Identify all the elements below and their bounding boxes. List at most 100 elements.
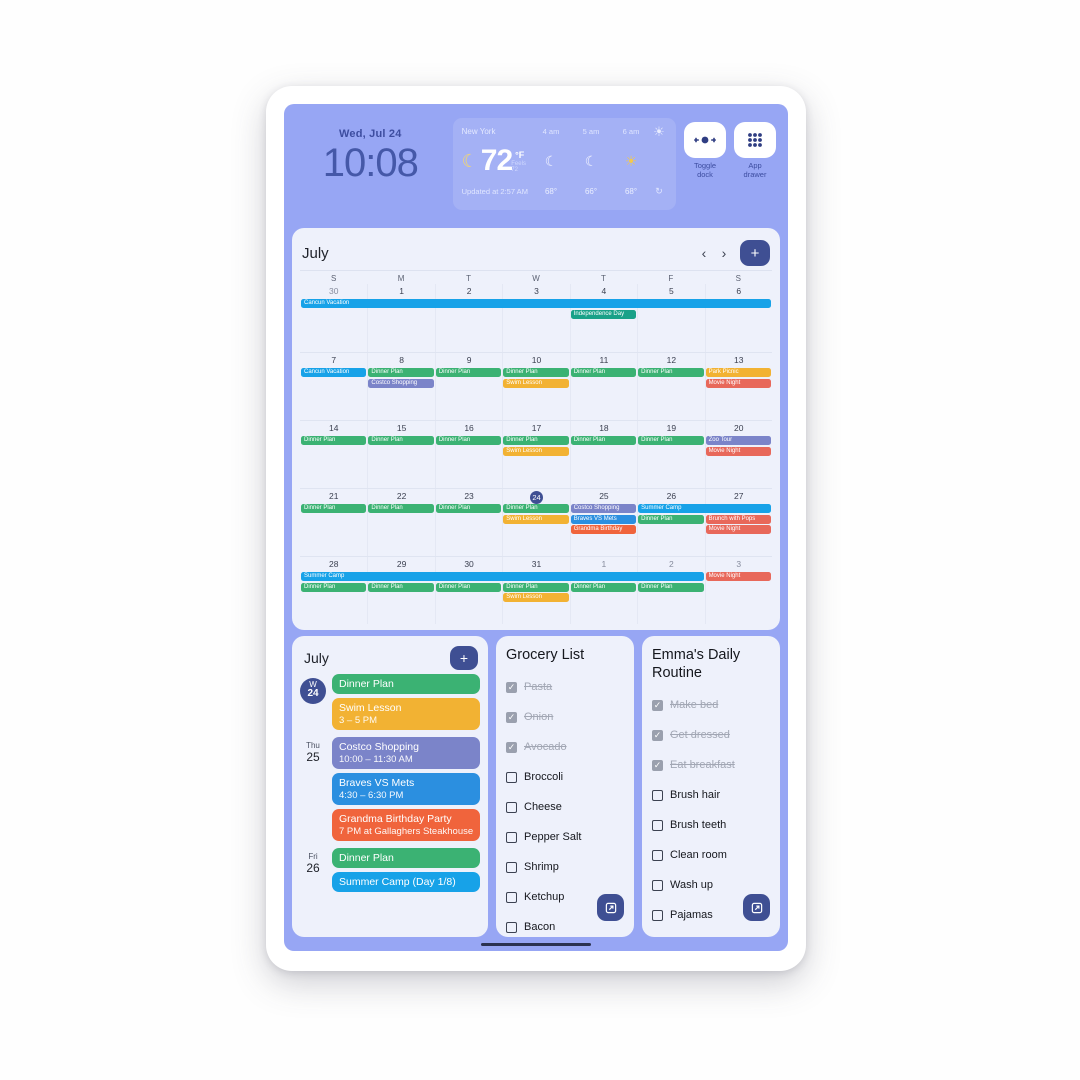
agenda-day-group: W 24 Dinner Plan Swim Lesson 3 – 5 PM xyxy=(300,674,480,734)
checkbox-empty-icon[interactable] xyxy=(652,849,663,861)
routine-item[interactable]: Brush teeth xyxy=(652,810,770,840)
checkbox-checked-icon[interactable]: ✓ xyxy=(652,759,663,771)
calendar-event[interactable]: Dinner Plan xyxy=(368,368,434,377)
routine-item[interactable]: ✓ Eat breakfast xyxy=(652,750,770,780)
grocery-item[interactable]: Shrimp xyxy=(506,852,624,882)
clock-widget[interactable]: Wed, Jul 24 10:08 xyxy=(296,118,445,184)
calendar-event[interactable]: Dinner Plan xyxy=(503,436,569,445)
refresh-icon[interactable]: ↻ xyxy=(651,186,667,197)
agenda-event[interactable]: Costco Shopping 10:00 – 11:30 AM xyxy=(332,737,480,769)
calendar-event[interactable]: Dinner Plan xyxy=(368,504,434,513)
calendar-event[interactable]: Dinner Plan xyxy=(435,436,502,445)
calendar-event[interactable]: Movie Night xyxy=(705,378,771,388)
agenda-event[interactable]: Braves VS Mets 4:30 – 6:30 PM xyxy=(332,773,480,805)
calendar-event[interactable]: Swim Lesson xyxy=(503,446,569,456)
checkbox-checked-icon[interactable]: ✓ xyxy=(506,711,517,723)
calendar-event[interactable]: Dinner Plan xyxy=(503,368,569,377)
toggle-dock-button[interactable]: Toggle dock xyxy=(684,122,726,180)
agenda-add-event-button[interactable]: + xyxy=(450,646,478,670)
calendar-event[interactable]: Park Picnic xyxy=(705,368,771,377)
checkbox-empty-icon[interactable] xyxy=(652,879,663,891)
weather-hours-header: New York 4 am 5 am 6 am ☀ xyxy=(462,125,667,138)
checkbox-empty-icon[interactable] xyxy=(506,771,517,783)
calendar-event[interactable]: Independence Day xyxy=(570,309,637,319)
calendar-day-number: 6 xyxy=(736,286,742,296)
agenda-event[interactable]: Summer Camp (Day 1/8) xyxy=(332,872,480,892)
calendar-event[interactable]: Dinner Plan xyxy=(638,582,704,592)
calendar-event[interactable]: Swim Lesson xyxy=(503,593,569,602)
grocery-item[interactable]: ✓ Avocado xyxy=(506,732,624,762)
checkbox-empty-icon[interactable] xyxy=(506,891,517,903)
calendar-event[interactable]: Dinner Plan xyxy=(638,436,704,445)
calendar-event[interactable]: Cancun Vacation xyxy=(301,368,367,377)
calendar-day-number: 5 xyxy=(668,286,674,296)
routine-item[interactable]: ✓ Make bed xyxy=(652,690,770,720)
weather-hour-label-2: 6 am xyxy=(622,127,640,136)
calendar-event[interactable]: Dinner Plan xyxy=(301,582,367,592)
calendar-event[interactable]: Summer Camp xyxy=(301,572,704,581)
calendar-event[interactable]: Dinner Plan xyxy=(301,504,367,513)
agenda-event[interactable]: Grandma Birthday Party 7 PM at Gallaghers… xyxy=(332,809,480,841)
calendar-event[interactable]: Summer Camp xyxy=(638,504,771,513)
weather-conditions-row: ☾ 72 °F Feels 72 ☾ ☾ ☀ xyxy=(462,144,667,178)
calendar-event[interactable]: Dinner Plan xyxy=(503,504,569,513)
app-drawer-button[interactable]: App drawer xyxy=(734,122,776,180)
checkbox-checked-icon[interactable]: ✓ xyxy=(506,681,517,693)
checkbox-empty-icon[interactable] xyxy=(506,801,517,813)
calendar-event[interactable]: Movie Night xyxy=(705,446,771,456)
calendar-event[interactable]: Dinner Plan xyxy=(570,436,637,445)
grocery-item-label: Ketchup xyxy=(524,891,565,904)
checkbox-empty-icon[interactable] xyxy=(506,861,517,873)
checkbox-empty-icon[interactable] xyxy=(652,819,663,831)
calendar-event[interactable]: Braves VS Mets xyxy=(570,514,637,524)
calendar-event[interactable]: Swim Lesson xyxy=(503,514,569,524)
agenda-event-title: Grandma Birthday Party xyxy=(339,813,452,825)
checkbox-empty-icon[interactable] xyxy=(506,831,517,843)
calendar-event[interactable]: Dinner Plan xyxy=(638,514,704,524)
checkbox-empty-icon[interactable] xyxy=(652,789,663,801)
routine-item[interactable]: Brush hair xyxy=(652,780,770,810)
calendar-event[interactable]: Costco Shopping xyxy=(368,378,434,388)
calendar-event[interactable]: Cancun Vacation xyxy=(301,299,771,308)
calendar-event[interactable]: Dinner Plan xyxy=(638,368,704,377)
calendar-event[interactable]: Swim Lesson xyxy=(503,378,569,388)
calendar-event[interactable]: Dinner Plan xyxy=(368,582,434,592)
calendar-event[interactable]: Dinner Plan xyxy=(368,436,434,445)
checkbox-checked-icon[interactable]: ✓ xyxy=(652,699,663,711)
checkbox-checked-icon[interactable]: ✓ xyxy=(506,741,517,753)
grocery-item[interactable]: Cheese xyxy=(506,792,624,822)
calendar-next-button[interactable]: › xyxy=(714,245,734,261)
weather-widget[interactable]: New York 4 am 5 am 6 am ☀ ☾ 72 °F Feels … xyxy=(452,118,676,210)
agenda-event[interactable]: Swim Lesson 3 – 5 PM xyxy=(332,698,480,730)
calendar-event[interactable]: Grandma Birthday xyxy=(570,525,637,534)
agenda-event[interactable]: Dinner Plan xyxy=(332,848,480,868)
calendar-event[interactable]: Zoo Tour xyxy=(705,436,771,445)
home-indicator[interactable] xyxy=(284,937,788,951)
calendar-event[interactable]: Dinner Plan xyxy=(301,436,367,445)
calendar-event[interactable]: Movie Night xyxy=(705,572,771,581)
calendar-add-event-button[interactable]: + xyxy=(740,240,770,266)
calendar-event[interactable]: Brunch with Pops xyxy=(705,514,771,524)
calendar-event[interactable]: Movie Night xyxy=(705,525,771,534)
calendar-event[interactable]: Dinner Plan xyxy=(570,368,637,377)
calendar-event[interactable]: Dinner Plan xyxy=(435,368,502,377)
routine-open-external-icon[interactable] xyxy=(743,894,770,921)
calendar-event[interactable]: Dinner Plan xyxy=(435,504,502,513)
calendar-day-number: 29 xyxy=(396,559,407,569)
routine-item[interactable]: Clean room xyxy=(652,840,770,870)
checkbox-empty-icon[interactable] xyxy=(506,921,517,933)
grocery-item[interactable]: ✓ Pasta xyxy=(506,672,624,702)
checkbox-empty-icon[interactable] xyxy=(652,909,663,921)
calendar-event[interactable]: Dinner Plan xyxy=(435,582,502,592)
grocery-item[interactable]: Pepper Salt xyxy=(506,822,624,852)
checkbox-checked-icon[interactable]: ✓ xyxy=(652,729,663,741)
calendar-event[interactable]: Costco Shopping xyxy=(570,504,637,513)
routine-item[interactable]: ✓ Get dressed xyxy=(652,720,770,750)
calendar-event[interactable]: Dinner Plan xyxy=(503,582,569,592)
grocery-item[interactable]: ✓ Onion xyxy=(506,702,624,732)
grocery-item[interactable]: Broccoli xyxy=(506,762,624,792)
grocery-open-external-icon[interactable] xyxy=(597,894,624,921)
agenda-event[interactable]: Dinner Plan xyxy=(332,674,480,694)
calendar-event[interactable]: Dinner Plan xyxy=(570,582,637,592)
calendar-prev-button[interactable]: ‹ xyxy=(694,245,714,261)
